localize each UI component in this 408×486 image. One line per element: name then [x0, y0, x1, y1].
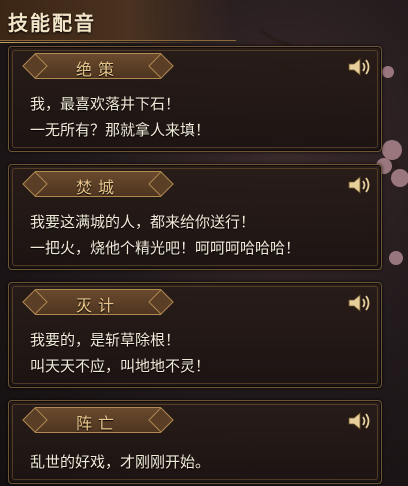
skill-name-tag: 阵亡 [35, 407, 161, 433]
speaker-icon[interactable] [347, 57, 373, 77]
voice-line-1: 我要这满城的人，都来给你送行！ [30, 213, 256, 231]
skill-card-fen-cheng: 焚城 我要这满城的人，都来给你送行！ 一把火，烧他个精光吧！呵呵呵哈哈哈！ [8, 164, 382, 270]
skill-name: 绝策 [75, 60, 120, 79]
voice-line-1: 我，最喜欢落井下石！ [30, 95, 181, 113]
speaker-icon[interactable] [347, 411, 373, 431]
panel-header: 技能配音 [0, 0, 236, 43]
voice-line-1: 乱世的好戏，才刚刚开始。 [30, 453, 211, 471]
skill-name-tag: 焚城 [35, 171, 161, 197]
skill-card-mie-ji: 灭计 我要的，是斩草除根！ 叫天天不应，叫地地不灵！ [8, 282, 382, 388]
skill-name: 阵亡 [75, 414, 120, 433]
skill-name: 灭计 [75, 296, 120, 315]
skill-card-jue-ce: 绝策 我，最喜欢落井下石！ 一无所有？那就拿人来填！ [8, 46, 382, 152]
voice-line-2: 一无所有？那就拿人来填！ [30, 121, 211, 139]
speaker-icon[interactable] [347, 293, 373, 313]
panel-title: 技能配音 [8, 11, 96, 35]
skill-name-tag: 灭计 [35, 289, 161, 315]
speaker-icon[interactable] [347, 175, 373, 195]
skill-card-zhen-wang: 阵亡 乱世的好戏，才刚刚开始。 [8, 400, 382, 484]
voice-line-2: 叫天天不应，叫地地不灵！ [30, 357, 211, 375]
voice-line-1: 我要的，是斩草除根！ [30, 331, 181, 349]
skill-name-tag: 绝策 [35, 53, 161, 79]
voice-line-2: 一把火，烧他个精光吧！呵呵呵哈哈哈！ [30, 239, 301, 257]
skill-name: 焚城 [75, 178, 120, 197]
